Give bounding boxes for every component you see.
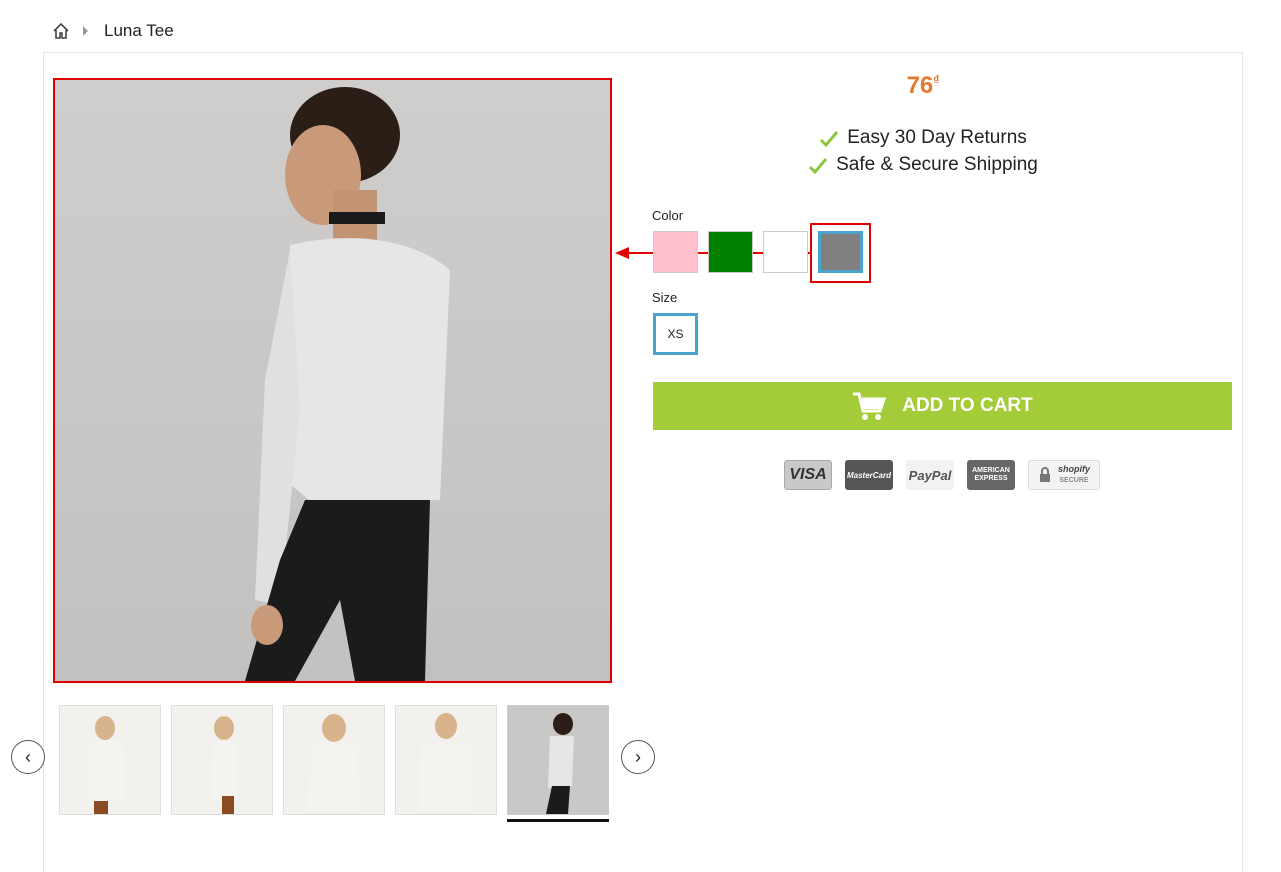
perks-list: Easy 30 Day Returns Safe & Secure Shippi…	[653, 124, 1193, 178]
perk-label: Easy 30 Day Returns	[847, 127, 1027, 148]
main-product-image	[53, 78, 612, 683]
add-to-cart-label: ADD TO CART	[902, 395, 1033, 416]
annotation-highlight-box	[810, 223, 871, 283]
check-icon	[819, 129, 839, 147]
breadcrumb-current: Luna Tee	[104, 21, 174, 40]
shopify-line1: shopify	[1057, 464, 1090, 474]
thumbnail-2[interactable]	[171, 705, 273, 815]
check-icon	[808, 156, 828, 174]
perk-label: Safe & Secure Shipping	[836, 154, 1038, 175]
home-icon[interactable]	[52, 22, 70, 40]
thumbnail-strip	[59, 705, 609, 815]
perk-item: Safe & Secure Shipping	[653, 151, 1193, 178]
size-option-xs[interactable]: XS	[653, 313, 698, 355]
mastercard-icon: MasterCard	[845, 460, 893, 490]
add-to-cart-button[interactable]: ADD TO CART	[653, 382, 1232, 430]
breadcrumb-separator-icon	[83, 26, 88, 36]
gallery-prev-button[interactable]: ‹	[11, 740, 45, 774]
color-swatch-pink[interactable]	[653, 231, 698, 273]
thumbnail-4[interactable]	[395, 705, 497, 815]
price-amount: 76	[906, 72, 934, 99]
product-price: 76₫	[653, 72, 1193, 100]
size-label: Size	[652, 290, 678, 305]
breadcrumb: Luna Tee	[52, 18, 174, 44]
annotation-arrow-head-icon	[615, 247, 629, 259]
gallery-next-button[interactable]: ›	[621, 740, 655, 774]
payment-methods: VISA MasterCard PayPal AMERICAN EXPRESS s…	[784, 460, 1100, 490]
amex-line2: EXPRESS	[974, 475, 1008, 482]
amex-icon: AMERICAN EXPRESS	[967, 460, 1015, 490]
perk-item: Easy 30 Day Returns	[653, 124, 1193, 151]
color-label: Color	[652, 208, 684, 223]
active-thumbnail-indicator	[507, 819, 609, 822]
thumbnail-5[interactable]	[507, 705, 609, 815]
visa-icon: VISA	[784, 460, 832, 490]
shopify-secure-icon: shopify SECURE	[1028, 460, 1100, 490]
currency-symbol: ₫	[933, 73, 940, 87]
thumbnail-3[interactable]	[283, 705, 385, 815]
paypal-icon: PayPal	[906, 460, 954, 490]
thumbnail-1[interactable]	[59, 705, 161, 815]
color-swatch-green[interactable]	[708, 231, 753, 273]
shopify-line2: SECURE	[1059, 477, 1089, 484]
cart-icon	[852, 391, 887, 421]
amex-line1: AMERICAN	[972, 467, 1010, 474]
color-swatch-white[interactable]	[763, 231, 808, 273]
